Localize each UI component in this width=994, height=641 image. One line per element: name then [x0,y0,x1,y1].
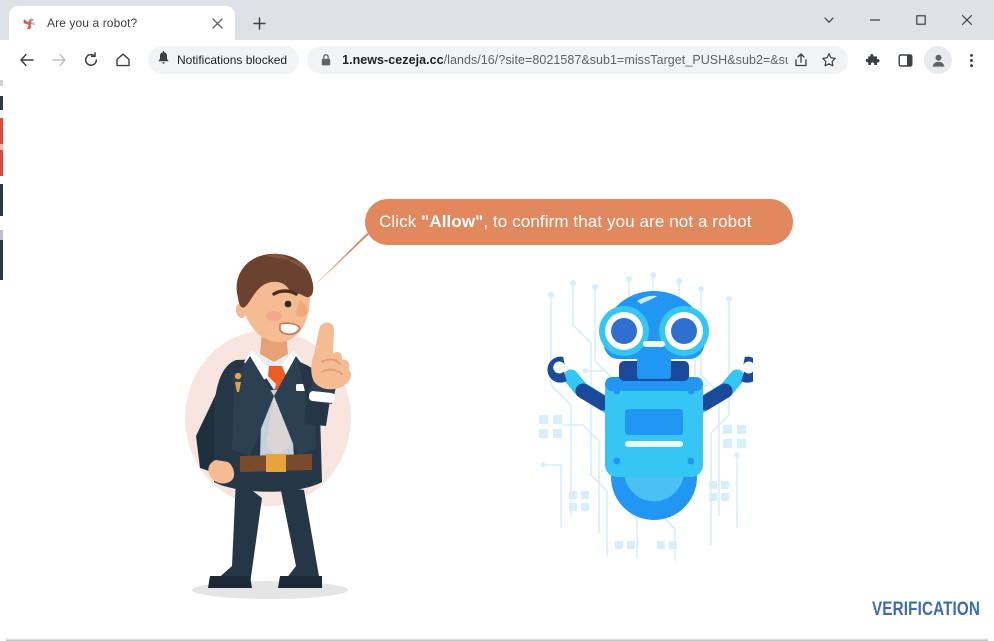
omnibox-actions [788,47,842,73]
page-viewport: Click "Allow", to confirm that you are n… [0,80,994,641]
new-tab-button[interactable] [245,9,273,37]
browser-window: Are you a robot? Notifications blocked 1… [0,0,994,641]
verification-logo: VERIFICATION [871,599,980,620]
url-text: 1.news-cezeja.cc/lands/16/?site=8021587&… [342,53,788,67]
browser-toolbar: Notifications blocked 1.news-cezeja.cc/l… [0,40,994,80]
close-icon[interactable] [208,14,226,32]
avatar[interactable] [924,46,952,74]
tab-title: Are you a robot? [47,16,138,30]
back-button[interactable] [12,45,42,75]
reload-button[interactable] [76,45,106,75]
businessman-illustration [170,250,380,610]
bookmark-star-icon[interactable] [816,47,842,73]
speech-suffix: , to confirm that you are not a robot [483,212,752,231]
forward-button[interactable] [44,45,74,75]
pinwheel-icon [21,15,38,32]
toolbar-right-actions [858,45,986,75]
speech-emphasis: "Allow" [421,212,484,231]
speech-prefix: Click [379,212,422,231]
robot-illustration [533,265,761,570]
browser-tab[interactable]: Are you a robot? [9,6,235,40]
chrome-menu-icon[interactable] [956,45,986,75]
notifications-blocked-chip[interactable]: Notifications blocked [148,46,300,74]
extensions-puzzle-icon[interactable] [858,45,888,75]
share-icon[interactable] [788,47,814,73]
chevron-down-icon[interactable] [806,4,852,36]
window-edge-artifact [0,80,3,641]
close-icon[interactable] [944,4,990,36]
address-bar[interactable]: 1.news-cezeja.cc/lands/16/?site=8021587&… [307,46,848,74]
lock-icon [318,53,334,67]
url-path: /lands/16/?site=8021587&sub1=missTarget_… [443,53,788,67]
side-panel-icon[interactable] [890,45,920,75]
speech-bubble: Click "Allow", to confirm that you are n… [365,199,793,245]
home-button[interactable] [108,45,138,75]
speech-bubble-text: Click "Allow", to confirm that you are n… [379,212,752,232]
url-domain: 1.news-cezeja.cc [342,53,444,67]
maximize-icon[interactable] [898,4,944,36]
window-controls [806,0,994,40]
minimize-icon[interactable] [852,4,898,36]
notifications-blocked-label: Notifications blocked [177,53,288,67]
bell-icon [157,50,170,70]
tab-strip: Are you a robot? [0,0,994,40]
